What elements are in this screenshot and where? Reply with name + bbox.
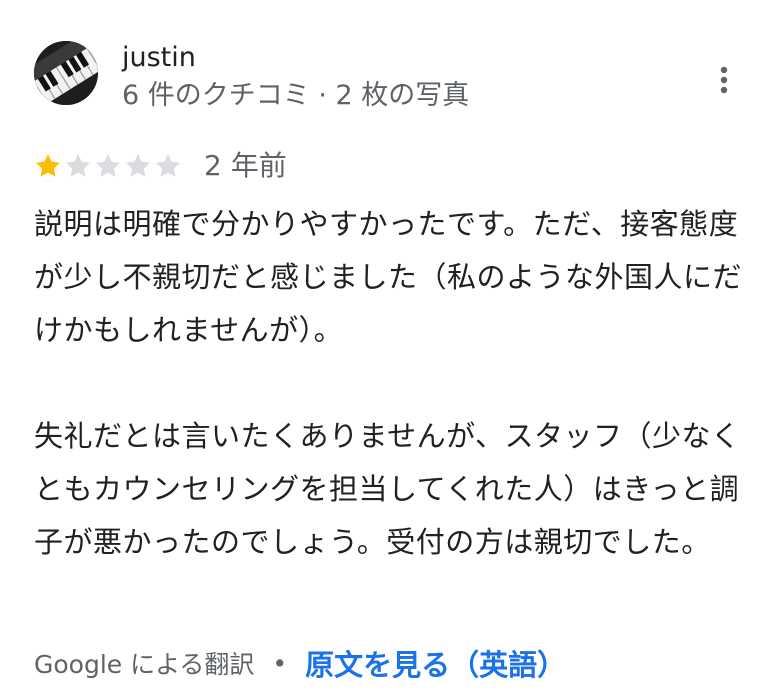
rating-row: 2 年前 [34, 146, 287, 186]
avatar[interactable] [34, 41, 98, 105]
translated-by-label: Google による翻訳 [34, 650, 255, 679]
review-card: justin 6 件のクチコミ · 2 枚の写真 2 年前 説明は明確で分かりや… [0, 0, 784, 698]
review-text: 説明は明確で分かりやすかったです。ただ、接客態度が少し不親切だと感じました（私の… [34, 207, 743, 559]
star-empty-icon [156, 154, 180, 177]
view-original-link[interactable]: 原文を見る（英語） [305, 642, 566, 684]
avatar-image [34, 41, 98, 105]
star-empty-icon [126, 154, 150, 177]
star-empty-icon [66, 154, 90, 177]
star-rating [34, 152, 182, 180]
author-name[interactable]: justin [122, 40, 196, 76]
star-filled-icon [36, 154, 60, 177]
review-date: 2 年前 [204, 149, 287, 182]
more-vert-icon [720, 66, 728, 94]
translation-footer: Google による翻訳 • 原文を見る（英語） [34, 640, 566, 686]
more-options-button[interactable] [704, 60, 744, 100]
footer-separator: • [272, 648, 288, 678]
star-empty-icon [96, 154, 120, 177]
author-meta[interactable]: 6 件のクチコミ · 2 枚の写真 [122, 78, 469, 114]
